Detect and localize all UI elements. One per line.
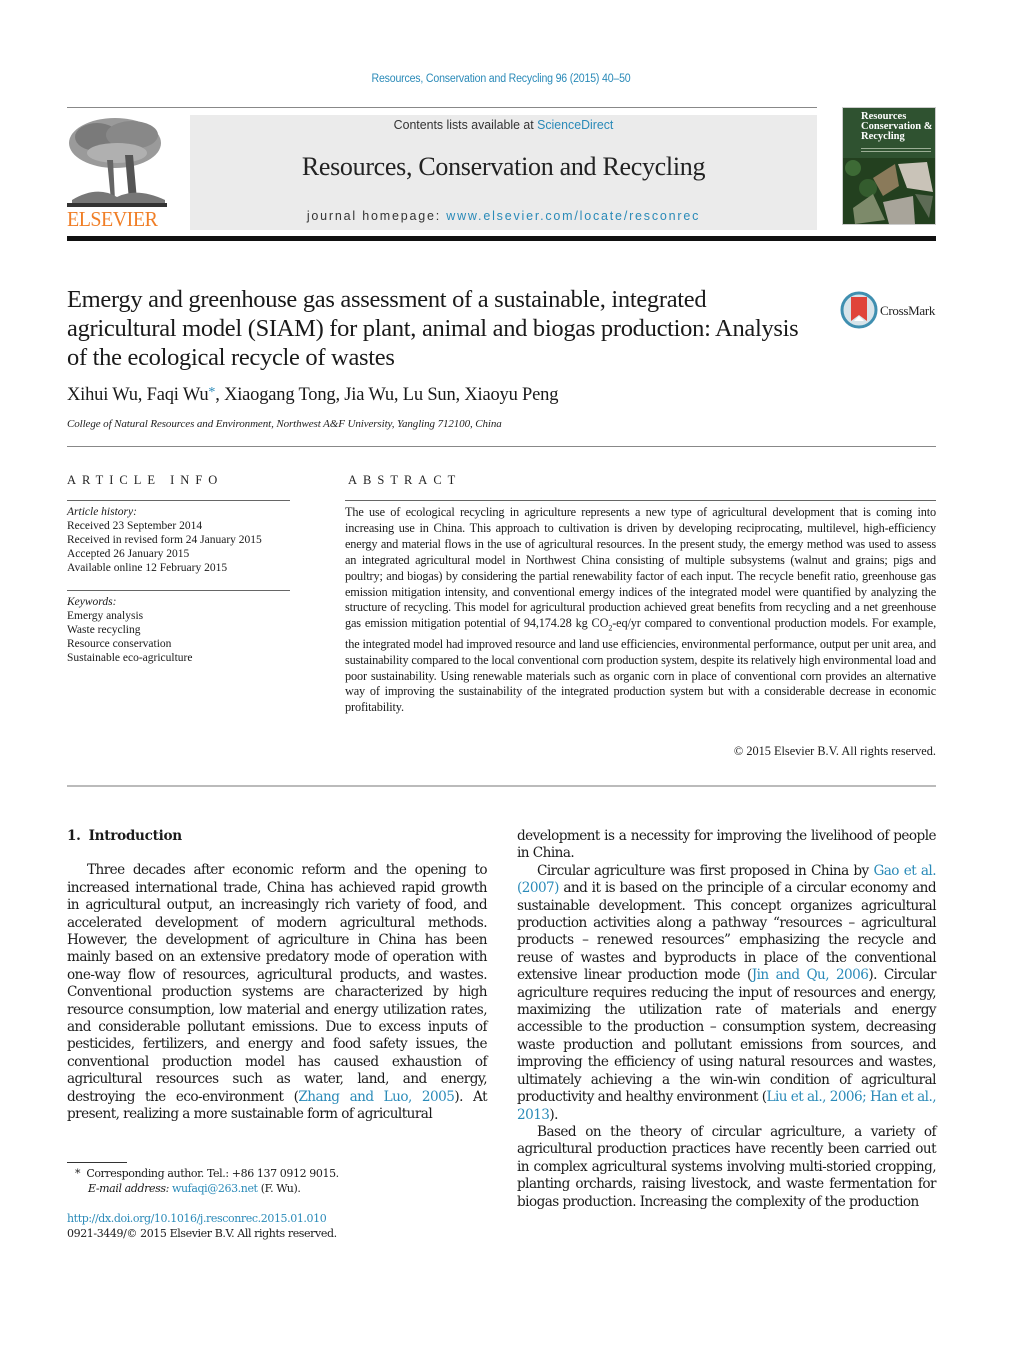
article-history: Article history: Received 23 September 2… — [67, 505, 262, 575]
homepage-line: journal homepage: www.elsevier.com/locat… — [190, 209, 817, 223]
body-column-left: 1. Introduction Three decades after econo… — [67, 828, 488, 1124]
sciencedirect-link[interactable]: ScienceDirect — [537, 117, 613, 132]
cover-recycle-arrows-icon — [843, 158, 935, 224]
contents-line: Contents lists available at ScienceDirec… — [206, 117, 802, 132]
affiliation-rule — [67, 446, 936, 447]
header-top-rule — [67, 107, 817, 108]
paragraph: development is a necessity for improving… — [517, 828, 937, 862]
article-info-rule — [67, 500, 290, 501]
crossmark-icon — [840, 291, 878, 329]
keywords-rule — [67, 590, 290, 591]
journal-title: Resources, Conservation and Recycling — [301, 152, 706, 181]
keyword-item: Waste recycling — [67, 624, 141, 637]
abstract-rule — [345, 500, 936, 501]
keyword-item: Emergy analysis — [67, 610, 144, 623]
abstract-text-part: -eq/yr compared to conventional producti… — [345, 616, 936, 715]
history-item: Accepted 26 January 2015 — [67, 548, 190, 561]
article-info-heading: ARTICLE INFO — [67, 473, 224, 487]
cover-title-line: Recycling — [861, 131, 905, 142]
keywords-label: Keywords: — [67, 596, 117, 608]
elsevier-logo[interactable]: ELSEVIER — [67, 115, 170, 231]
section-number: 1. — [67, 828, 81, 844]
abstract-heading: ABSTRACT — [348, 473, 462, 487]
authors-part2: , Xiaogang Tong, Jia Wu, Lu Sun, Xiaoyu … — [215, 385, 559, 405]
history-item: Available online 12 February 2015 — [67, 562, 228, 575]
abstract-text: The use of ecological recycling in agric… — [345, 505, 936, 716]
abstract-text-part: The use of ecological recycling in agric… — [345, 505, 936, 631]
contents-prefix: Contents lists available at — [393, 117, 538, 132]
paragraph: Circular agriculture was first proposed … — [517, 862, 937, 1124]
email-link[interactable]: wufaqi@263.net — [172, 1182, 258, 1195]
corresponding-text: Corresponding author. Tel.: +86 137 0912… — [86, 1167, 339, 1180]
abstract-copyright: © 2015 Elsevier B.V. All rights reserved… — [733, 744, 936, 758]
keyword-item: Sustainable eco-agriculture — [67, 652, 193, 665]
keywords: Keywords: Emergy analysis Waste recyclin… — [67, 595, 193, 665]
email-suffix: (F. Wu). — [257, 1181, 301, 1195]
journal-banner: Contents lists available at ScienceDirec… — [190, 115, 817, 230]
cover-title: Resources Conservation & Recycling — [861, 111, 932, 142]
reference-link[interactable]: Zhang and Luo, 2005 — [298, 1089, 455, 1105]
paragraph: Based on the theory of circular agricult… — [517, 1123, 937, 1210]
journal-citation-link[interactable]: Resources, Conservation and Recycling 96… — [40, 73, 962, 85]
history-label: Article history: — [67, 506, 137, 518]
issn-copyright: 0921-3449/© 2015 Elsevier B.V. All right… — [67, 1226, 337, 1240]
paragraph-text: Three decades after economic reform and … — [67, 862, 488, 1105]
paragraph-text: ). — [549, 1106, 558, 1123]
cover-subtitle — [861, 148, 931, 154]
body-rule — [67, 785, 936, 787]
footnote-rule — [67, 1162, 127, 1163]
affiliation: College of Natural Resources and Environ… — [67, 418, 502, 430]
doi-block: http://dx.doi.org/10.1016/j.resconrec.20… — [67, 1212, 337, 1241]
section-title: Introduction — [88, 828, 183, 844]
crossmark-button[interactable]: CrossMark — [840, 291, 940, 329]
paragraph: Three decades after economic reform and … — [67, 862, 488, 1123]
crossmark-label: CrossMark — [880, 303, 936, 318]
footnote: * Corresponding author. Tel.: +86 137 09… — [67, 1167, 339, 1196]
paragraph-text: Circular agriculture was first proposed … — [537, 862, 874, 879]
doi-link[interactable]: http://dx.doi.org/10.1016/j.resconrec.20… — [67, 1212, 337, 1227]
email-note: E-mail address: wufaqi@263.net (F. Wu). — [67, 1182, 339, 1197]
body-column-right: development is a necessity for improving… — [517, 828, 937, 1211]
header-bottom-rule — [67, 236, 936, 241]
journal-cover-image[interactable]: Resources Conservation & Recycling — [842, 107, 936, 225]
section-heading: 1. Introduction — [67, 828, 487, 845]
keyword-item: Resource conservation — [67, 638, 172, 651]
journal-homepage-link[interactable]: www.elsevier.com/locate/resconrec — [446, 209, 700, 223]
corresponding-author-note: * Corresponding author. Tel.: +86 137 09… — [67, 1167, 339, 1182]
publisher-name: ELSEVIER — [67, 207, 158, 231]
footnote-star: * — [75, 1167, 81, 1180]
authors-part1: Xihui Wu, Faqi Wu — [67, 385, 209, 405]
elsevier-tree-icon — [67, 115, 167, 207]
article-title: Emergy and greenhouse gas assessment of … — [67, 286, 799, 371]
author-list: Xihui Wu, Faqi Wu*, Xiaogang Tong, Jia W… — [67, 385, 558, 406]
homepage-prefix: journal homepage: — [306, 209, 447, 223]
reference-link[interactable]: Jin and Qu, 2006 — [752, 967, 869, 983]
history-item: Received 23 September 2014 — [67, 520, 203, 533]
email-label: E-mail address: — [88, 1181, 172, 1195]
history-item: Received in revised form 24 January 2015 — [67, 534, 262, 547]
paragraph-text: ). Circular agriculture requires reducin… — [517, 967, 937, 1106]
